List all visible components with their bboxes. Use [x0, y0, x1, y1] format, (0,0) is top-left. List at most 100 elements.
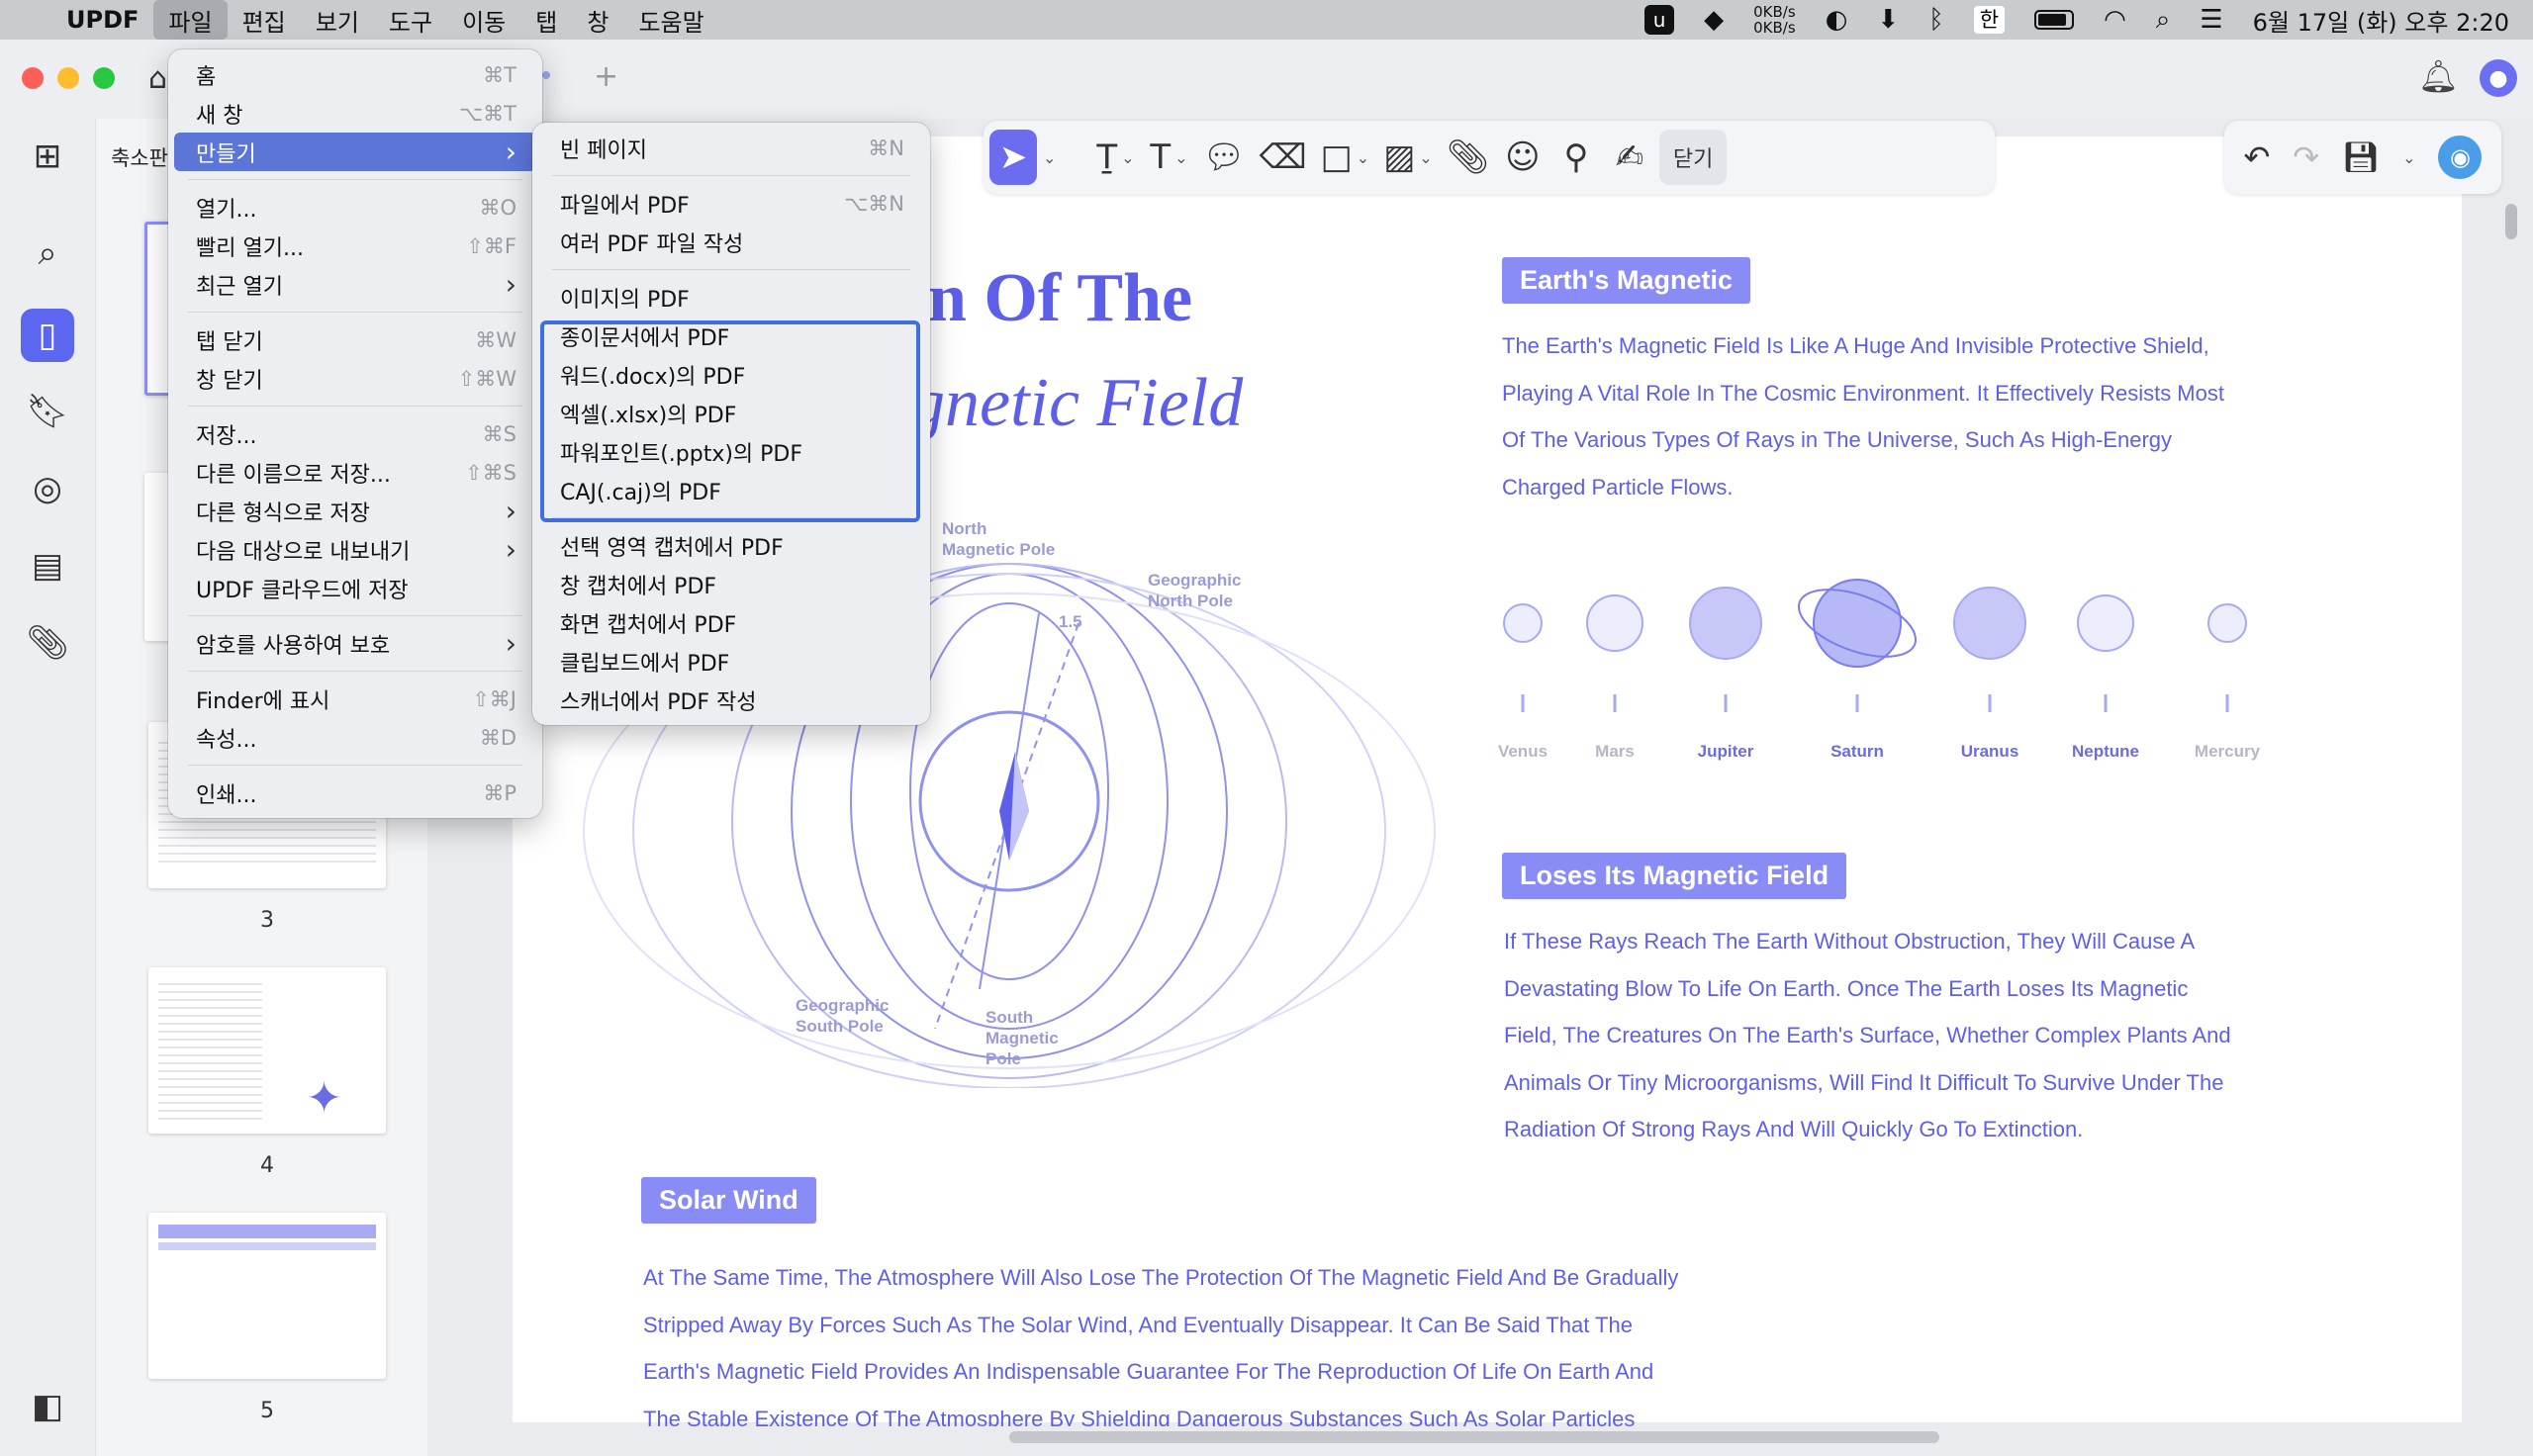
notification-bell-icon[interactable]: 🔔︎	[2418, 57, 2459, 95]
wifi-icon[interactable]: ◠	[2104, 5, 2126, 35]
bluetooth-icon[interactable]: ᛒ	[1928, 5, 1944, 35]
menu-item-close-tab[interactable]: 탭 닫기 ⌘W	[174, 320, 536, 359]
label-geographic-north-pole: Geographic North Pole	[1148, 571, 1242, 610]
menu-item-create[interactable]: 만들기 ›	[174, 133, 536, 171]
battery-icon[interactable]	[2034, 10, 2075, 30]
new-tab-button[interactable]: +	[594, 59, 618, 94]
menu-item-home[interactable]: 홈 ⌘T	[174, 55, 536, 94]
select-tool-button[interactable]: ➤	[989, 130, 1037, 185]
apps-grid-icon[interactable]: ⊞	[24, 133, 71, 180]
attachment-button[interactable]: 📎︎	[1443, 130, 1493, 185]
menu-item-close-window[interactable]: 창 닫기 ⇧⌘W	[174, 359, 536, 398]
menu-item-multiple-pdf[interactable]: 여러 PDF 파일 작성	[538, 223, 924, 261]
chevron-down-icon[interactable]: ⌄	[1357, 148, 1369, 167]
thumb-4-column	[158, 977, 262, 1124]
save-icon[interactable]: 💾︎	[2342, 140, 2380, 175]
highlight-text-button[interactable]: Ṯ ⌄	[1091, 130, 1139, 185]
menu-item-pdf-from-screen-capture[interactable]: 화면 캡처에서 PDF	[538, 603, 924, 642]
menu-item-pdf-from-scanner[interactable]: 스캐너에서 PDF 작성	[538, 681, 924, 719]
menu-item-pdf-from-clipboard[interactable]: 클립보드에서 PDF	[538, 642, 924, 681]
menu-item-new-window[interactable]: 새 창 ⌥⌘T	[174, 94, 536, 133]
minimize-window-button[interactable]	[57, 67, 79, 89]
chevron-right-icon: ›	[505, 627, 516, 660]
close-window-button[interactable]	[22, 67, 44, 89]
menu-item-blank-page[interactable]: 빈 페이지 ⌘N	[538, 129, 924, 167]
updf-status-icon[interactable]: u	[1644, 5, 1675, 35]
menu-app-name[interactable]: UPDF	[51, 0, 153, 40]
attachment-icon[interactable]: 📎︎	[24, 619, 71, 667]
comment-button[interactable]: 💬︎	[1198, 130, 1249, 185]
system-menu-bar: UPDF 파일 편집 보기 도구 이동 탭 창 도움말 u ◆ 0KB/s 0KB…	[0, 0, 2533, 40]
undo-icon[interactable]: ↶	[2243, 138, 2270, 176]
bookmark-icon[interactable]: 🔖︎	[24, 388, 71, 435]
shortcut: ⌘N	[868, 136, 904, 160]
chevron-down-icon[interactable]: ⌄	[1174, 148, 1187, 167]
menu-item-properties[interactable]: 속성... ⌘D	[174, 718, 536, 757]
menu-file[interactable]: 파일	[153, 0, 228, 40]
pages-icon[interactable]: ▯	[21, 309, 74, 362]
cat-icon[interactable]: ◆	[1704, 5, 1724, 35]
menu-item-save-other-format[interactable]: 다른 형식으로 저장 ›	[174, 492, 536, 530]
menu-item-pdf-from-image[interactable]: 이미지의 PDF	[538, 278, 924, 317]
sticker-button[interactable]: ☺	[1499, 130, 1547, 185]
menu-item-recent[interactable]: 최근 열기 ›	[174, 265, 536, 304]
menu-item-print[interactable]: 인쇄... ⌘P	[174, 774, 536, 812]
download-tray-icon[interactable]: ⬇	[1877, 5, 1899, 35]
user-avatar[interactable]: ●	[2480, 59, 2517, 97]
menu-item-save-as[interactable]: 다른 이름으로 저장... ⇧⌘S	[174, 453, 536, 492]
page-thumbnail-4[interactable]: ✦	[148, 967, 386, 1134]
menu-item-save[interactable]: 저장... ⌘S	[174, 414, 536, 453]
menu-item-export[interactable]: 다음 대상으로 내보내기 ›	[174, 530, 536, 569]
layers-icon[interactable]: ◧	[24, 1383, 71, 1430]
chevron-down-icon[interactable]: ⌄	[2402, 148, 2415, 167]
menu-item-pdf-from-window-capture[interactable]: 창 캡처에서 PDF	[538, 565, 924, 603]
stamp-button[interactable]: ⚲	[1552, 130, 1600, 185]
menu-go[interactable]: 이동	[447, 0, 520, 40]
apple-icon[interactable]	[0, 0, 51, 40]
menu-item-pdf-from-selection-capture[interactable]: 선택 영역 캡처에서 PDF	[538, 526, 924, 565]
menu-tools[interactable]: 도구	[374, 0, 447, 40]
shape-button[interactable]: □ ⌄	[1317, 130, 1374, 185]
menu-item-label: 화면 캡처에서 PDF	[560, 612, 737, 638]
menu-help[interactable]: 도움말	[623, 0, 718, 40]
chevron-down-icon[interactable]: ⌄	[1121, 148, 1134, 167]
horizontal-scrollbar[interactable]	[1009, 1431, 1939, 1443]
shortcut: ⇧⌘F	[466, 233, 516, 258]
comments-icon[interactable]: ◎	[24, 465, 71, 512]
signature-button[interactable]: ✍︎	[1606, 130, 1653, 185]
thumbnail-panel-title: 축소판	[111, 146, 168, 170]
menu-item-quick-open[interactable]: 빨리 열기... ⇧⌘F	[174, 227, 536, 265]
label-geographic-south-pole: Geographic South Pole	[796, 996, 890, 1036]
input-source[interactable]: 한	[1973, 6, 2006, 34]
menu-edit[interactable]: 편집	[228, 0, 301, 40]
search-icon[interactable]: ⌕	[2156, 5, 2171, 36]
menu-item-label: 열기...	[196, 197, 257, 223]
menu-item-show-finder[interactable]: Finder에 표시 ⇧⌘J	[174, 680, 536, 718]
text-tool-button[interactable]: T ⌄	[1145, 130, 1192, 185]
chevron-down-icon[interactable]: ⌄	[1419, 148, 1432, 167]
home-icon[interactable]: ⌂	[148, 61, 167, 96]
form-icon[interactable]: ▤	[24, 542, 71, 590]
zoom-window-button[interactable]	[93, 67, 115, 89]
menu-item-protect-password[interactable]: 암호를 사용하여 보호 ›	[174, 624, 536, 663]
menu-item-save-cloud[interactable]: UPDF 클라우드에 저장	[174, 569, 536, 607]
page-thumbnail-5[interactable]	[148, 1213, 386, 1379]
search-icon[interactable]: ⌕	[24, 229, 71, 277]
menu-item-label: 이미지의 PDF	[560, 287, 690, 313]
eraser-button[interactable]: ⌫	[1256, 130, 1311, 185]
ai-assistant-icon[interactable]: ◉	[2438, 136, 2483, 179]
moon-icon[interactable]: ◐	[1826, 5, 1848, 35]
control-center-icon[interactable]: ☰	[2200, 5, 2222, 35]
clock[interactable]: 6월 17일 (화) 오후 2:20	[2253, 3, 2509, 38]
menu-tab[interactable]: 탭	[520, 0, 572, 40]
menu-window[interactable]: 창	[572, 0, 623, 40]
redo-icon[interactable]: ↷	[2293, 138, 2319, 176]
close-toolbar-button[interactable]: 닫기	[1658, 130, 1728, 185]
menu-item-open[interactable]: 열기... ⌘O	[174, 188, 536, 227]
menu-item-pdf-from-file[interactable]: 파일에서 PDF ⌥⌘N	[538, 184, 924, 223]
area-highlight-button[interactable]: ▨ ⌄	[1379, 130, 1437, 185]
vertical-scrollbar[interactable]	[2505, 204, 2517, 239]
menu-view[interactable]: 보기	[301, 0, 374, 40]
shortcut: ⌥⌘T	[458, 101, 516, 126]
chevron-down-icon[interactable]: ⌄	[1043, 148, 1056, 167]
